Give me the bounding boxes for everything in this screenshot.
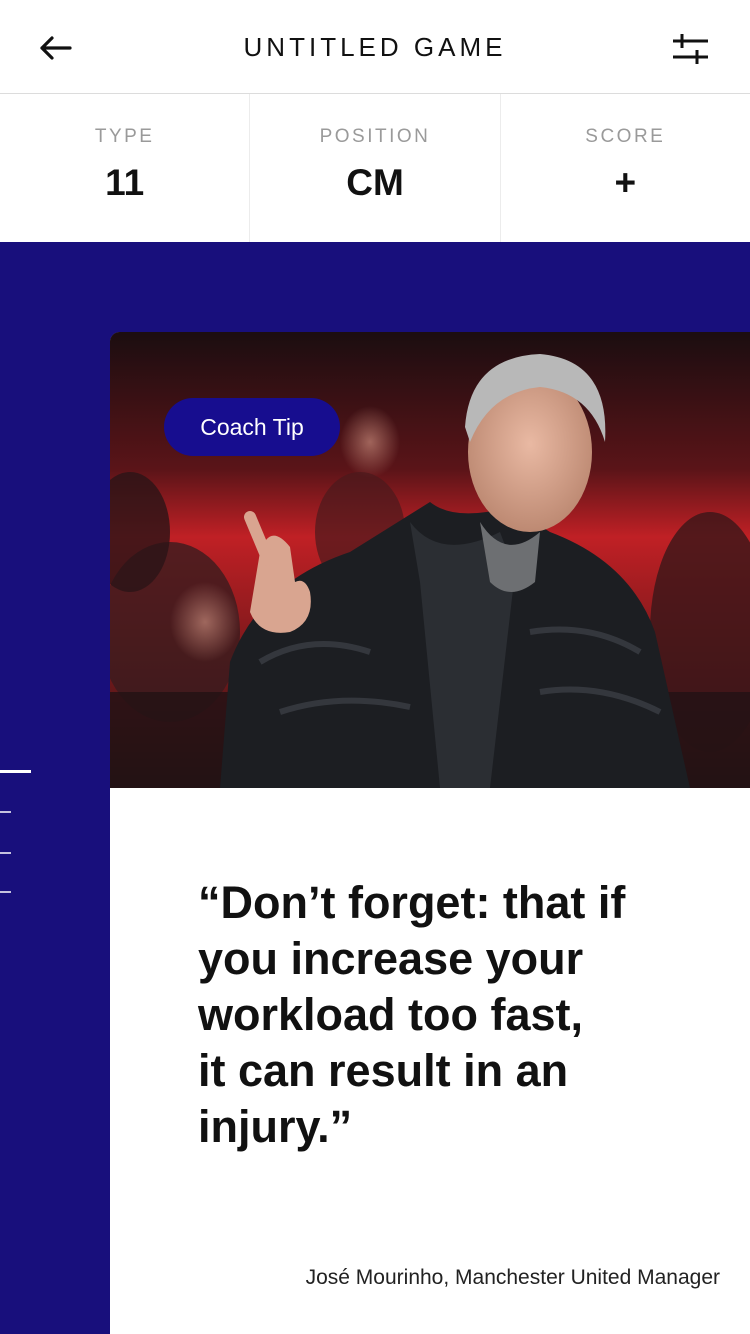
page-indicator-dash [0,852,11,854]
coach-tip-badge[interactable]: Coach Tip [164,398,340,456]
stat-score-value: + [614,162,637,203]
stat-score-label: SCORE [585,126,666,147]
stat-type-value: 11 [105,162,145,203]
page-indicator-active [0,770,31,773]
coach-tip-card[interactable]: Coach Tip “Don’t forget: that if you inc… [110,332,750,1334]
stat-type-label: TYPE [94,126,155,147]
page-title: UNTITLED GAME [243,32,507,62]
filter-button[interactable] [668,30,712,70]
tip-quote: “Don’t forget: that if you increase your… [198,877,626,1152]
sliders-icon [670,31,710,70]
page-indicator-dash [0,811,11,813]
stat-position-label: POSITION [319,126,431,147]
quote-attribution: José Mourinho, Manchester United Manager [305,1266,720,1289]
stat-position[interactable]: POSITION CM [249,94,499,242]
stat-score[interactable]: SCORE + [499,94,750,242]
game-stats: TYPE 11 POSITION CM SCORE + [0,94,750,242]
top-bar: UNTITLED GAME [0,0,750,94]
tips-carousel[interactable]: Coach Tip “Don’t forget: that if you inc… [0,242,750,1334]
page-indicator-dash [0,891,11,893]
stat-position-value: CM [346,162,404,203]
stat-type[interactable]: TYPE 11 [0,94,249,242]
